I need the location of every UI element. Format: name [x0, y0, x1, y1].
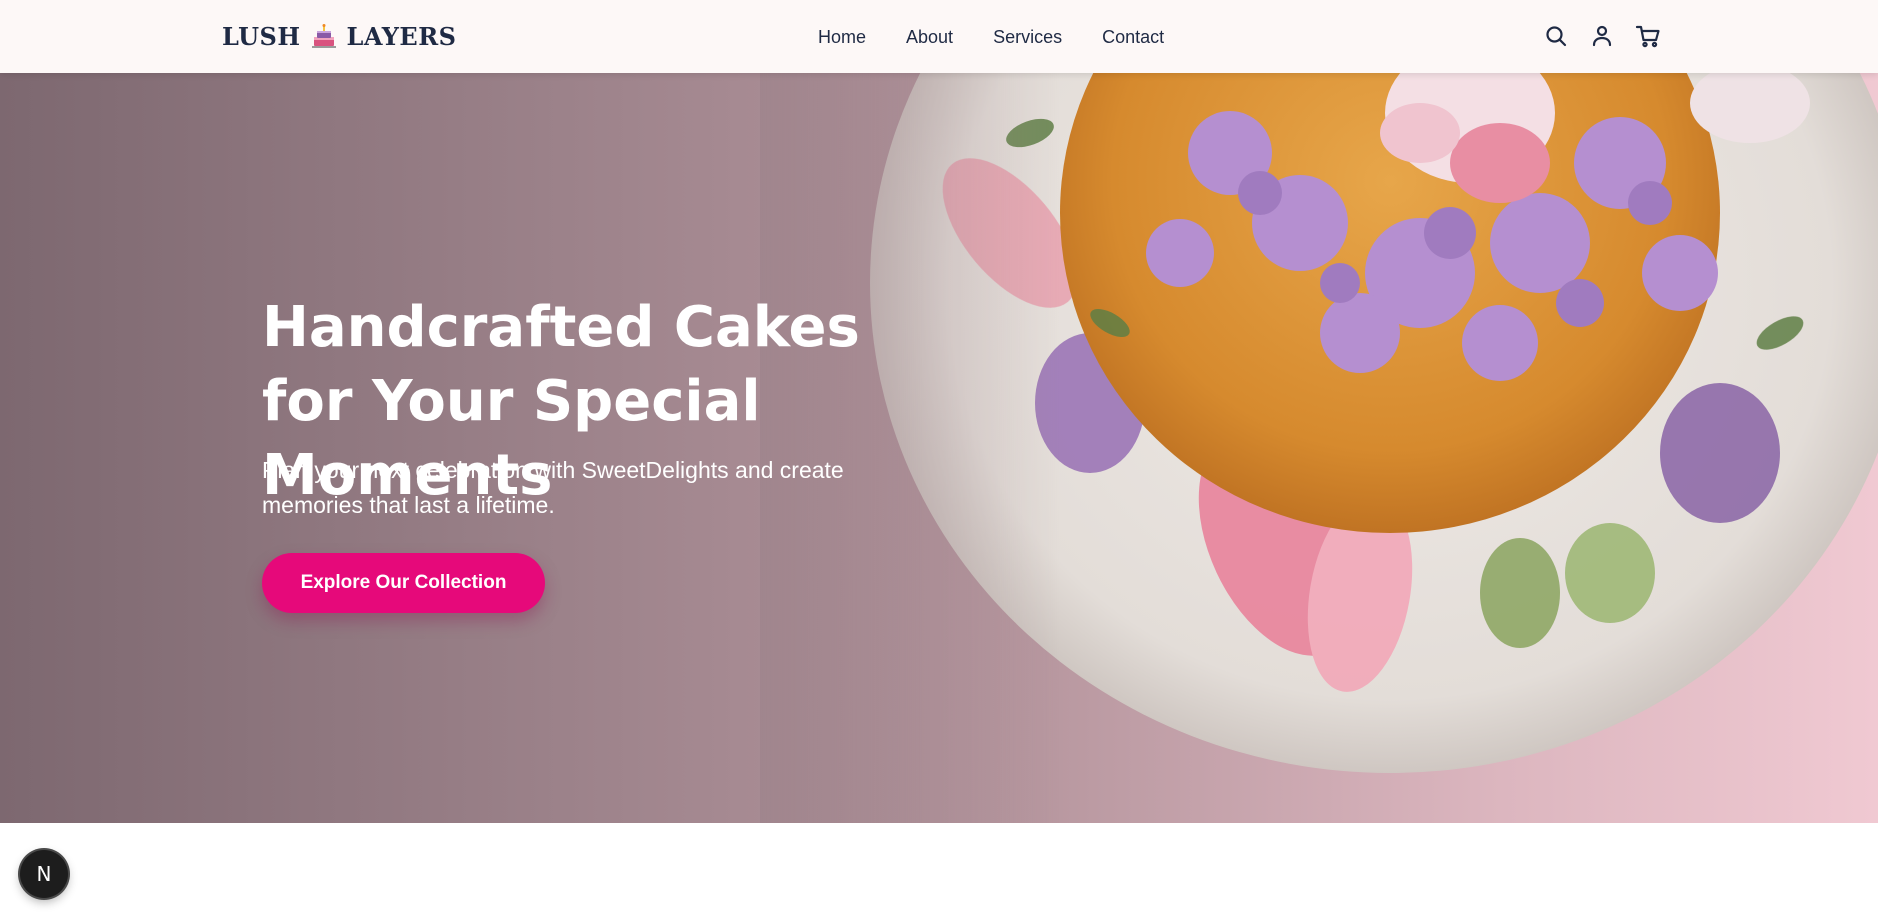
nav-about[interactable]: About	[906, 27, 953, 48]
search-icon[interactable]	[1543, 23, 1569, 49]
nav-home[interactable]: Home	[818, 27, 866, 48]
logo-text-lush: LUSH	[222, 21, 301, 51]
hero-subtitle: Plan your next celebration with SweetDel…	[262, 457, 844, 518]
nextjs-icon[interactable]: N	[20, 850, 68, 898]
main-nav: Home About Services Contact	[818, 22, 1164, 52]
header-actions	[1543, 20, 1661, 52]
user-icon[interactable]	[1589, 23, 1615, 49]
nav-contact[interactable]: Contact	[1102, 27, 1164, 48]
nav-services[interactable]: Services	[993, 27, 1062, 48]
logo-text-layers: LAYERS	[346, 21, 457, 51]
cake-icon	[311, 24, 336, 48]
cart-icon[interactable]	[1635, 23, 1661, 49]
explore-collection-button[interactable]: Explore Our Collection	[262, 553, 545, 613]
hero-section: Handcrafted Cakes for Your Special Momen…	[0, 73, 1878, 823]
logo[interactable]: LUSH LAYERS	[222, 19, 457, 53]
site-header: LUSH LAYERS Home About Services Contact	[0, 0, 1878, 73]
